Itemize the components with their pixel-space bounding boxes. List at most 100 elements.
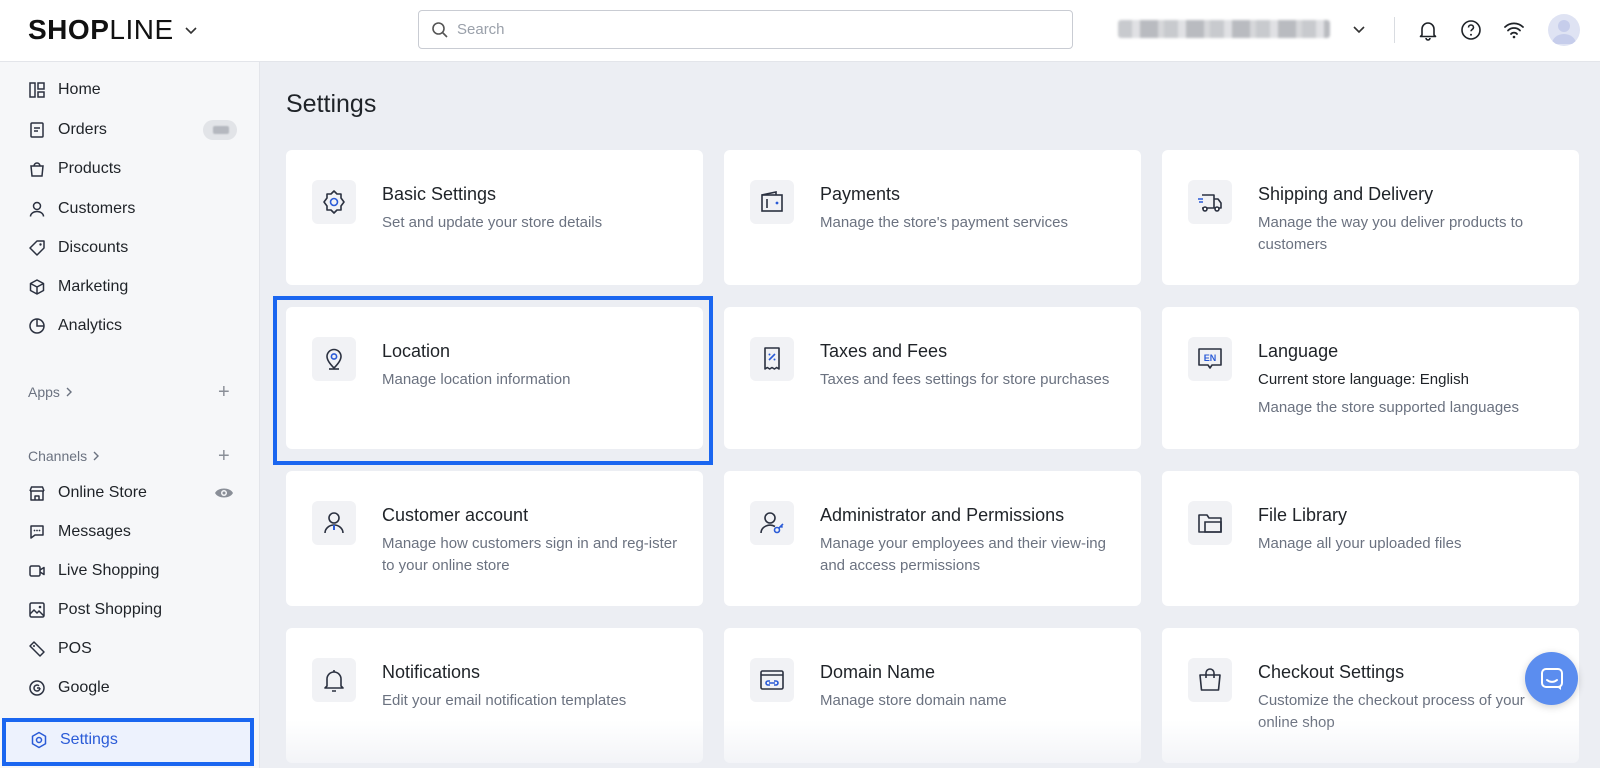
card-shipping-and-delivery[interactable]: Shipping and Delivery Manage the way you… [1162, 150, 1579, 285]
sidebar-item-analytics[interactable]: Analytics [28, 311, 122, 341]
gear-icon [312, 180, 356, 224]
add-channel-button[interactable]: + [218, 446, 230, 466]
blurred-store-name [1118, 20, 1330, 38]
top-bar: SHOPLINE [0, 0, 1600, 62]
pos-icon [29, 641, 45, 657]
account-menu[interactable] [1118, 20, 1366, 38]
card-title: Shipping and Delivery [1258, 184, 1434, 204]
user-account-icon [312, 501, 356, 545]
card-title: Basic Settings [382, 184, 497, 204]
chat-support-button[interactable] [1525, 652, 1578, 705]
chevron-down-icon [185, 27, 197, 35]
chevron-down-icon [1353, 26, 1365, 34]
page-title: Settings [286, 90, 377, 118]
sidebar-item-orders[interactable]: Orders [28, 115, 107, 145]
settings-icon [31, 731, 47, 749]
add-app-button[interactable]: + [218, 382, 230, 402]
chat-bubble-icon [1540, 667, 1563, 690]
card-checkout-settings[interactable]: Checkout Settings Customize the checkout… [1162, 628, 1579, 763]
card-basic-settings[interactable]: Basic Settings Set and update your store… [286, 150, 703, 285]
image-icon [29, 602, 45, 618]
receipt-icon [750, 337, 794, 381]
card-payments[interactable]: Payments Manage the store's payment serv… [724, 150, 1141, 285]
card-administrator-and-permissions[interactable]: Administrator and Permissions Manage you… [724, 471, 1141, 606]
sidebar-item-products[interactable]: Products [28, 154, 121, 184]
card-title: Taxes and Fees [820, 341, 948, 361]
card-title: Payments [820, 184, 901, 204]
sidebar-item-label: Messages [58, 523, 131, 540]
admin-key-icon [750, 501, 794, 545]
sidebar-item-label: Products [58, 160, 122, 177]
current-language-text: Current store language: English [1258, 371, 1469, 388]
sidebar-item-label: POS [58, 640, 92, 657]
sidebar-item-label: Analytics [58, 317, 123, 334]
sidebar-item-label: Discounts [58, 239, 129, 256]
sidebar-item-live-shopping[interactable]: Live Shopping [28, 556, 159, 586]
tag-icon [29, 240, 45, 256]
google-icon [29, 680, 45, 696]
sidebar-item-label: Google [58, 679, 110, 696]
card-description: Manage store domain name [820, 692, 1007, 709]
cube-icon [29, 279, 45, 295]
search-input[interactable] [457, 21, 1057, 38]
sidebar-item-label: Live Shopping [58, 562, 160, 579]
sidebar-item-google[interactable]: Google [28, 673, 110, 703]
card-title: Domain Name [820, 662, 936, 682]
language-en-icon: EN [1188, 337, 1232, 381]
card-title: Language [1258, 341, 1339, 361]
store-icon [29, 486, 45, 501]
sidebar-item-online-store[interactable]: Online Store [28, 478, 147, 508]
eye-icon[interactable] [214, 485, 234, 501]
card-title: File Library [1258, 505, 1348, 525]
sidebar-item-home[interactable]: Home [28, 75, 101, 105]
sidebar-item-discounts[interactable]: Discounts [28, 233, 128, 263]
card-title: Checkout Settings [1258, 662, 1405, 682]
search-icon [432, 21, 448, 38]
domain-link-icon [750, 658, 794, 702]
avatar[interactable] [1548, 14, 1580, 46]
sidebar-item-messages[interactable]: Messages [28, 517, 131, 547]
channels-section-toggle[interactable]: Channels [28, 448, 101, 464]
chevron-right-icon [66, 387, 72, 397]
sidebar-item-pos[interactable]: POS [28, 634, 92, 664]
chevron-right-icon [93, 451, 100, 461]
pie-icon [29, 318, 45, 334]
bell-icon[interactable] [1416, 18, 1440, 42]
truck-icon [1188, 180, 1232, 224]
card-customer-account[interactable]: Customer account Manage how customers si… [286, 471, 703, 606]
card-domain-name[interactable]: Domain Name Manage store domain name [724, 628, 1141, 763]
card-description: Manage the store supported languages [1258, 399, 1520, 416]
store-switcher[interactable]: SHOPLINE [28, 14, 198, 46]
card-description: Manage all your uploaded files [1258, 535, 1462, 552]
orders-icon [30, 122, 44, 138]
sidebar-item-label: Orders [58, 121, 107, 138]
search-bar[interactable] [418, 10, 1073, 49]
sidebar-item-customers[interactable]: Customers [28, 194, 135, 224]
sidebar-item-settings[interactable]: Settings [2, 718, 254, 766]
card-taxes-and-fees[interactable]: Taxes and Fees Taxes and fees settings f… [724, 307, 1141, 449]
channels-label: Channels [28, 448, 88, 464]
help-icon[interactable] [1459, 18, 1483, 42]
svg-text:EN: EN [1204, 353, 1217, 363]
bag-icon [30, 162, 44, 177]
sidebar-item-post-shopping[interactable]: Post Shopping [28, 595, 162, 625]
video-icon [29, 565, 45, 577]
card-file-library[interactable]: File Library Manage all your uploaded fi… [1162, 471, 1579, 606]
sidebar-item-marketing[interactable]: Marketing [28, 272, 128, 302]
card-description: Customize the checkout process of your o… [1258, 692, 1525, 731]
chat-icon [30, 525, 44, 539]
card-language[interactable]: EN Language Current store language: Engl… [1162, 307, 1579, 449]
shopping-bag-icon [1188, 658, 1232, 702]
card-description: Manage your employees and their view-ing… [820, 535, 1106, 574]
apps-section-toggle[interactable]: Apps [28, 384, 74, 400]
card-description: Manage the way you deliver products to c… [1258, 214, 1524, 253]
apps-label: Apps [28, 384, 60, 400]
shopline-logo: SHOPLINE [28, 14, 174, 45]
card-notifications[interactable]: Notifications Edit your email notificati… [286, 628, 703, 763]
card-description: Edit your email notification templates [382, 692, 627, 709]
home-icon [29, 82, 45, 98]
wifi-icon[interactable] [1502, 18, 1526, 42]
card-title: Customer account [382, 505, 529, 525]
card-description: Manage how customers sign in and reg-ist… [382, 535, 678, 574]
sidebar-item-label: Home [58, 81, 101, 98]
